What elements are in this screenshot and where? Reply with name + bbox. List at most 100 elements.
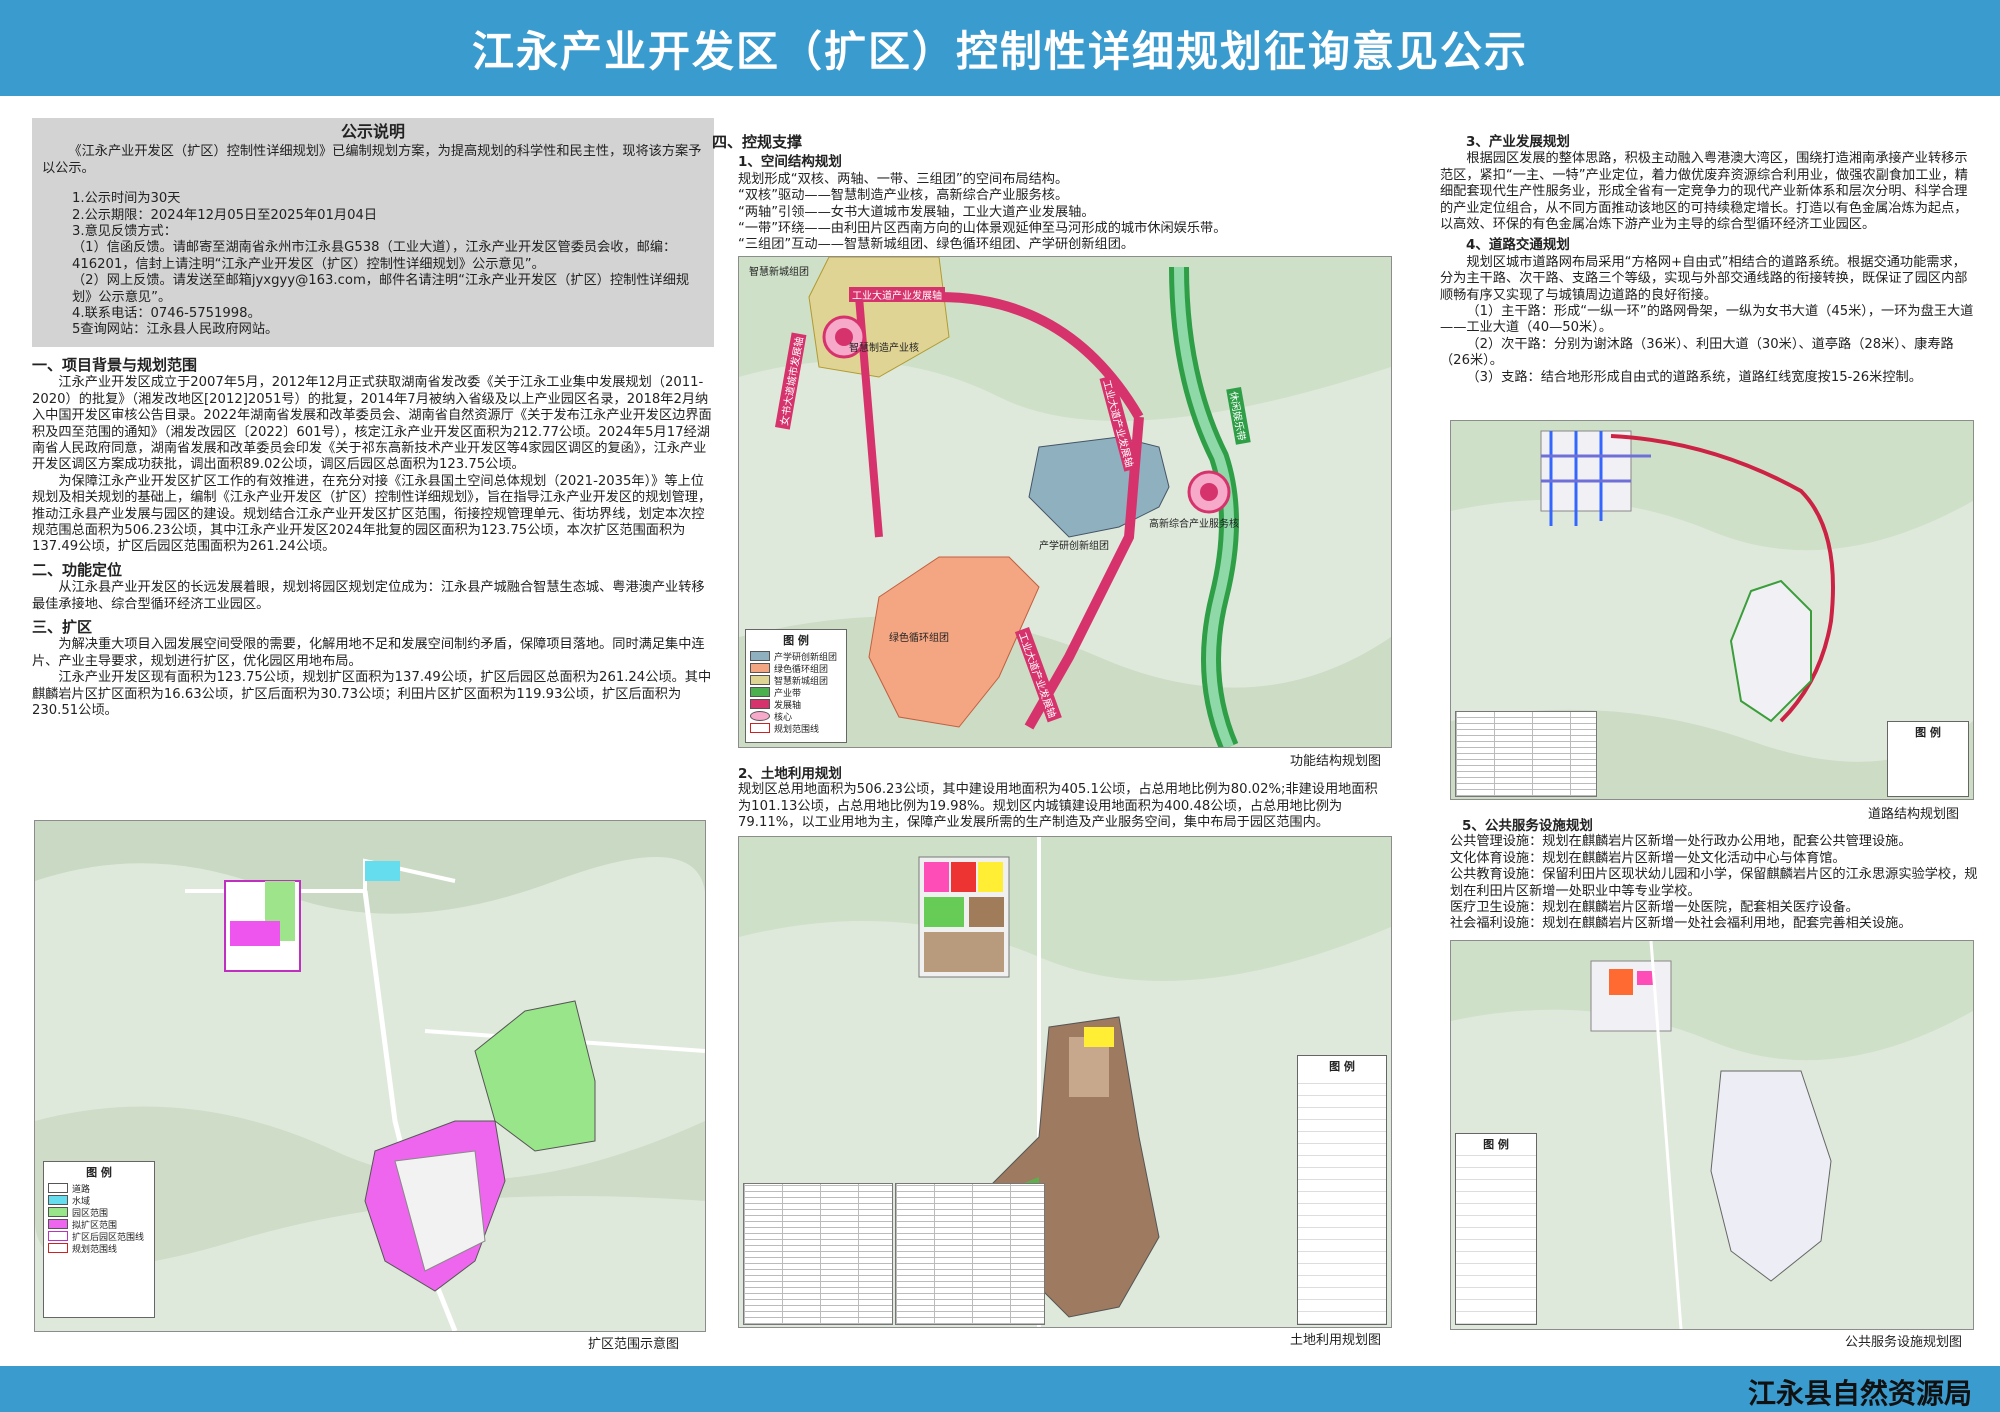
section-heading: 三、扩区 bbox=[32, 617, 93, 636]
gonggong-map: 图 例 bbox=[1450, 940, 1974, 1330]
notice-item: （2）网上反馈。请发送至邮箱jyxgyy@163.com，邮件名请注明“江永产业… bbox=[72, 273, 690, 305]
subsection-heading: 4、道路交通规划 bbox=[1466, 237, 1570, 254]
paragraph: 公共教育设施：保留利田片区现状幼儿园和小学，保留麒麟岩片区的江永思源实验学校，规… bbox=[1450, 867, 1978, 899]
gongneng-legend: 图 例 产学研创新组团 绿色循环组团 智慧新城组团 产业带 发展轴 核心 规划范… bbox=[745, 629, 847, 743]
notice-box: 公示说明 《江永产业开发区（扩区）控制性详细规划》已编制规划方案，为提高规划的科… bbox=[32, 118, 714, 347]
legend-swatch bbox=[750, 675, 770, 685]
section-heading: 二、功能定位 bbox=[32, 560, 123, 579]
legend-swatch bbox=[750, 723, 770, 733]
paragraph: 文化体育设施：规划在麒麟岩片区新增一处文化活动中心与体育馆。 bbox=[1450, 850, 1846, 866]
legend-item: 拟扩区范围 bbox=[44, 1218, 154, 1231]
paragraph: 规划区总用地面积为506.23公顷，其中建设用地面积为405.1公顷，占总用地比… bbox=[738, 782, 1378, 831]
legend-swatch bbox=[48, 1243, 68, 1253]
daolu-legend: 图 例 bbox=[1887, 721, 1969, 797]
legend-title: 图 例 bbox=[783, 634, 809, 647]
subsection-heading: 3、产业发展规划 bbox=[1466, 134, 1570, 150]
road-table bbox=[1455, 711, 1597, 797]
legend-item: 产学研创新组团 bbox=[746, 650, 846, 663]
paragraph: 为解决重大项目入园发展空间受限的需要，化解用地不足和发展空间制约矛盾，保障项目落… bbox=[32, 637, 705, 669]
map-label: 产学研创新组团 bbox=[1039, 541, 1109, 552]
daolu-map: 图 例 bbox=[1450, 420, 1974, 800]
subsection-heading: 5、公共服务设施规划 bbox=[1462, 818, 1593, 834]
section-heading: 四、控规支撑 bbox=[712, 133, 803, 151]
subsection-heading: 2、土地利用规划 bbox=[738, 766, 842, 782]
kuoqu-legend: 图 例 道路 水域 园区范围 拟扩区范围 扩区后园区范围线 规划范围线 bbox=[43, 1161, 155, 1318]
map-label: 绿色循环组团 bbox=[889, 633, 949, 644]
map-label: 智慧制造产业核 bbox=[849, 343, 919, 354]
legend-item: 绿色循环组团 bbox=[746, 662, 846, 675]
gonggong-text: 5、公共服务设施规划 公共管理设施：规划在麒麟岩片区新增一处行政办公用地，配套公… bbox=[1450, 818, 1980, 933]
legend-swatch bbox=[750, 663, 770, 673]
map-label: 工业大道产业发展轴 bbox=[849, 287, 945, 302]
legend-swatch bbox=[48, 1183, 68, 1193]
middle-column: 四、控规支撑 1、空间结构规划 规划形成“双核、两轴、一带、三组团”的空间布局结… bbox=[712, 134, 1392, 254]
paragraph: 规划形成“双核、两轴、一带、三组团”的空间布局结构。 bbox=[738, 171, 1069, 187]
notice-item: 4.联系电话：0746-5751998。 bbox=[72, 306, 261, 322]
map-label: 智慧新城组团 bbox=[749, 267, 809, 278]
paragraph: （3）支路：结合地形形成自由式的道路系统，道路红线宽度按15-26米控制。 bbox=[1466, 369, 1922, 385]
paragraph: 社会福利设施：规划在麒麟岩片区新增一处社会福利用地，配套完善相关设施。 bbox=[1450, 916, 1912, 932]
notice-intro: 《江永产业开发区（扩区）控制性详细规划》已编制规划方案，为提高规划的科学性和民主… bbox=[42, 144, 702, 176]
paragraph: 根据园区发展的整体思路，积极主动融入粤港澳大湾区，围绕打造湘南承接产业转移示范区… bbox=[1440, 151, 1968, 233]
kuoqu-caption: 扩区范围示意图 bbox=[588, 1337, 680, 1352]
legend-item: 产业带 bbox=[746, 686, 846, 699]
legend-swatch bbox=[750, 651, 770, 661]
paragraph: “两轴”引领——女书大道城市发展轴，工业大道产业发展轴。 bbox=[738, 204, 1095, 220]
paragraph: 公共管理设施：规划在麒麟岩片区新增一处行政办公用地，配套公共管理设施。 bbox=[1450, 834, 1912, 850]
legend-item: 智慧新城组团 bbox=[746, 674, 846, 687]
page-title: 江永产业开发区（扩区）控制性详细规划征询意见公示 bbox=[471, 26, 1528, 76]
legend-swatch bbox=[48, 1195, 68, 1205]
notice-item: 2.公示期限：2024年12月05日至2025年01月04日 bbox=[72, 207, 378, 223]
legend-item: 道路 bbox=[44, 1182, 154, 1195]
legend-item: 发展轴 bbox=[746, 698, 846, 711]
legend-swatch bbox=[750, 699, 770, 709]
paragraph: （1）主干路：形成“一纵一环”的路网骨架，一纵为女书大道（45米），一环为盘王大… bbox=[1440, 304, 1974, 336]
legend-item: 园区范围 bbox=[44, 1206, 154, 1219]
legend-title: 图 例 bbox=[1915, 726, 1941, 739]
tudi-legend: 图 例 bbox=[1297, 1055, 1387, 1325]
paragraph: 江永产业开发区成立于2007年5月，2012年12月正式获取湖南省发改委《关于江… bbox=[32, 375, 712, 473]
legend-title: 图 例 bbox=[1298, 1058, 1386, 1074]
legend-item: 核心 bbox=[746, 710, 846, 723]
paragraph: 从江永县产业开发区的长远发展着眼，规划将园区规划定位成为：江永县产城融合智慧生态… bbox=[32, 580, 705, 612]
paragraph: 江永产业开发区现有面积为123.75公顷，规划扩区面积为137.49公顷，扩区后… bbox=[32, 670, 712, 718]
landuse-table-2 bbox=[895, 1183, 1045, 1325]
tudi-map: 图 例 bbox=[738, 836, 1392, 1328]
legend-swatch bbox=[48, 1219, 68, 1229]
paragraph: 为保障江永产业开发区扩区工作的有效推进，在充分对接《江永县国土空间总体规划（20… bbox=[32, 473, 712, 555]
legend-swatch bbox=[48, 1231, 68, 1241]
legend-swatch bbox=[750, 711, 770, 721]
paragraph: “三组团”互动——智慧新城组团、绿色循环组团、产学研创新组团。 bbox=[738, 237, 1135, 253]
title-banner: 江永产业开发区（扩区）控制性详细规划征询意见公示 bbox=[0, 0, 2000, 96]
legend-title: 图 例 bbox=[86, 1166, 112, 1179]
paragraph: “一带”环绕——由利田片区西南方向的山体景观延伸至马河形成的城市休闲娱乐带。 bbox=[738, 221, 1227, 237]
notice-item: 1.公示时间为30天 bbox=[72, 191, 181, 207]
notice-item: 3.意见反馈方式： bbox=[72, 224, 177, 240]
subsection-heading: 1、空间结构规划 bbox=[738, 154, 842, 171]
right-column-top: 3、产业发展规划 根据园区发展的整体思路，积极主动融入粤港澳大湾区，围绕打造湘南… bbox=[1440, 134, 1976, 386]
legend-title: 图 例 bbox=[1456, 1136, 1536, 1152]
legend-swatch bbox=[48, 1207, 68, 1217]
map-label: 高新综合产业服务核 bbox=[1149, 519, 1239, 530]
gonggong-caption: 公共服务设施规划图 bbox=[1845, 1335, 1963, 1350]
legend-item: 水域 bbox=[44, 1194, 154, 1207]
tudi-caption: 土地利用规划图 bbox=[1290, 1333, 1382, 1348]
paragraph: “双核”驱动——智慧制造产业核，高新综合产业服务核。 bbox=[738, 188, 1069, 204]
left-column: 公示说明 《江永产业开发区（扩区）控制性详细规划》已编制规划方案，为提高规划的科… bbox=[32, 118, 714, 719]
notice-item: 5查询网站：江永县人民政府网站。 bbox=[72, 322, 279, 338]
tudi-text: 2、土地利用规划 规划区总用地面积为506.23公顷，其中建设用地面积为405.… bbox=[738, 766, 1388, 832]
paragraph: 医疗卫生设施：规划在麒麟岩片区新增一处医院，配套相关医疗设备。 bbox=[1450, 900, 1859, 916]
legend-item: 规划范围线 bbox=[746, 722, 846, 735]
notice-title: 公示说明 bbox=[340, 122, 405, 141]
footer-org: 江永县自然资源局 bbox=[1747, 1377, 1972, 1410]
notice-item: （1）信函反馈。请邮寄至湖南省永州市江永县G538（工业大道），江永产业开发区管… bbox=[72, 240, 677, 272]
legend-item: 扩区后园区范围线 bbox=[44, 1230, 154, 1243]
kuoqu-map: 图 例 道路 水域 园区范围 拟扩区范围 扩区后园区范围线 规划范围线 bbox=[34, 820, 706, 1332]
footer-bar: 江永县自然资源局 bbox=[0, 1366, 2000, 1412]
legend-item: 规划范围线 bbox=[44, 1242, 154, 1255]
gongneng-map: 智慧新城组团 智慧制造产业核 工业大道产业发展轴 女书大道城市发展轴 工业大道产… bbox=[738, 256, 1392, 748]
section-heading: 一、项目背景与规划范围 bbox=[32, 355, 198, 374]
paragraph: （2）次干路：分别为谢沐路（36米）、利田大道（30米）、道亭路（28米）、康寿… bbox=[1440, 336, 1954, 369]
legend-swatch bbox=[750, 687, 770, 697]
gonggong-legend: 图 例 bbox=[1455, 1133, 1537, 1325]
